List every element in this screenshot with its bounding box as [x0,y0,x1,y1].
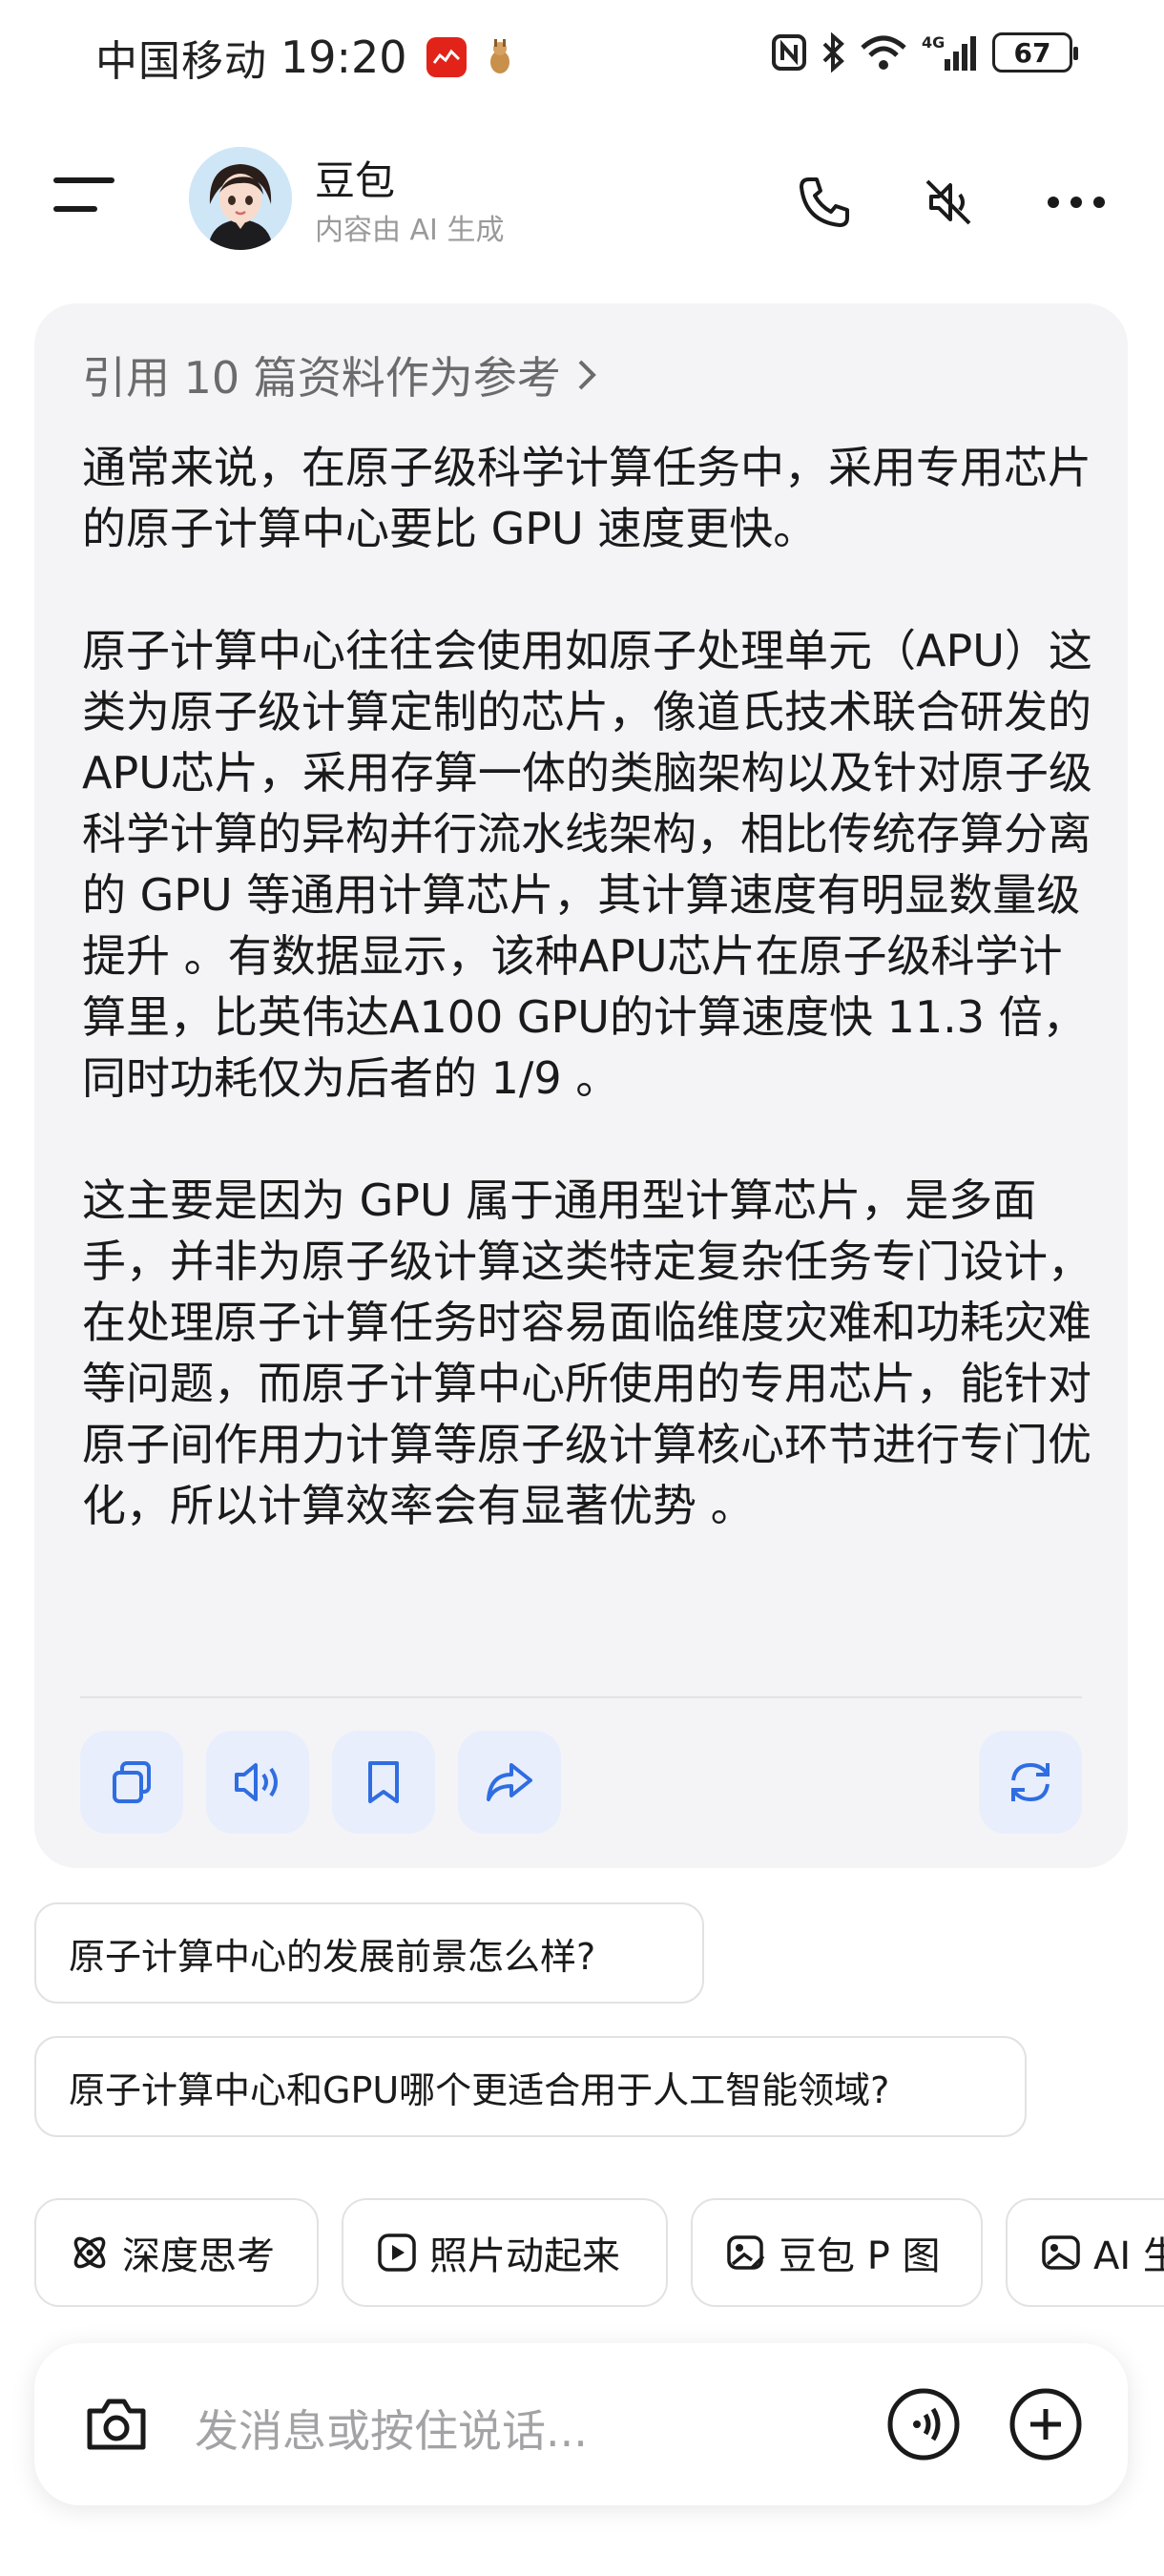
message-input[interactable]: 发消息或按住说话... [195,2397,588,2460]
camera-icon [87,2399,146,2450]
ai-disclaimer: 内容由 AI 生成 [315,214,505,247]
message-paragraph: 原子计算中心往往会使用如原子处理单元（APU）这类为原子级计算定制的芯片，像道氏… [82,625,1092,1104]
divider [80,1696,1082,1698]
tool-label: AI 生 [1093,2234,1164,2278]
menu-icon[interactable] [53,177,114,216]
suggestion-chip[interactable]: 原子计算中心的发展前景怎么样? [34,1902,704,2004]
avatar[interactable] [189,147,292,250]
svg-text:4G: 4G [922,33,945,52]
share-button[interactable] [458,1731,561,1834]
speaker-icon [235,1763,278,1801]
regenerate-icon [1011,1762,1050,1802]
image-icon [1042,2235,1080,2270]
bookmark-button[interactable] [332,1731,435,1834]
image-edit-icon [727,2235,765,2270]
status-bar: 中国移动 19:20 4G 67 [0,0,1164,114]
mute-icon[interactable] [918,172,979,233]
message-paragraph: 通常来说，在原子级科学计算任务中，采用专用芯片的原子计算中心要比 GPU 速度更… [82,442,1091,554]
copy-icon [113,1761,151,1803]
add-button[interactable] [1006,2384,1086,2464]
battery-indicator: 67 [992,32,1078,73]
suggestion-chip[interactable]: 原子计算中心和GPU哪个更适合用于人工智能领域? [34,2036,1027,2137]
tool-label: 深度思考 [122,2234,275,2278]
plus-icon [1009,2388,1082,2461]
share-icon [487,1763,532,1801]
play-icon [378,2233,416,2272]
tool-animate-photo[interactable]: 照片动起来 [342,2198,668,2307]
bluetooth-icon [822,32,844,73]
assistant-message-card: 引用 10 篇资料作为参考 通常来说，在原子级科学计算任务中，采用专用芯片的原子… [34,303,1128,1868]
voice-wave-icon [887,2388,960,2461]
voice-button[interactable] [883,2384,964,2464]
references-link[interactable]: 引用 10 篇资料作为参考 [82,343,597,406]
tool-label: 照片动起来 [429,2234,620,2278]
animal-app-icon [480,37,520,77]
nfc-icon [772,34,806,71]
wifi-icon [861,35,906,70]
clock: 19:20 [281,31,407,83]
copy-button[interactable] [80,1731,183,1834]
tool-deep-think[interactable]: 深度思考 [34,2198,319,2307]
tool-photo-edit[interactable]: 豆包 P 图 [691,2198,983,2307]
atom-icon [73,2236,106,2269]
carrier-label: 中国移动 [95,37,267,86]
tool-label: 豆包 P 图 [779,2234,941,2278]
status-left: 中国移动 19:20 [95,27,520,88]
chevron-right-icon [578,360,596,390]
camera-button[interactable] [76,2384,156,2464]
read-aloud-button[interactable] [206,1731,309,1834]
bookmark-icon [368,1761,399,1803]
regenerate-button[interactable] [979,1731,1082,1834]
references-label: 引用 10 篇资料作为参考 [82,352,561,404]
news-app-icon [426,37,467,77]
suggestion-label: 原子计算中心的发展前景怎么样? [69,1935,596,1978]
more-icon[interactable] [1046,172,1107,233]
status-right: 4G 67 [771,32,1078,73]
message-body: 通常来说，在原子级科学计算任务中，采用专用芯片的原子计算中心要比 GPU 速度更… [82,437,1093,1597]
message-paragraph: 这主要是因为 GPU 属于通用型计算芯片，是多面手，并非为原子级计算这类特定复杂… [82,1174,1091,1531]
phone-icon[interactable] [794,172,855,233]
signal-icon: 4G [922,33,976,71]
chat-header: 豆包 内容由 AI 生成 [0,134,1164,267]
suggestion-label: 原子计算中心和GPU哪个更适合用于人工智能领域? [69,2068,890,2111]
message-input-bar: 发消息或按住说话... [34,2343,1128,2505]
tool-ai-generate[interactable]: AI 生 [1006,2198,1164,2307]
bot-name: 豆包 [315,157,396,204]
